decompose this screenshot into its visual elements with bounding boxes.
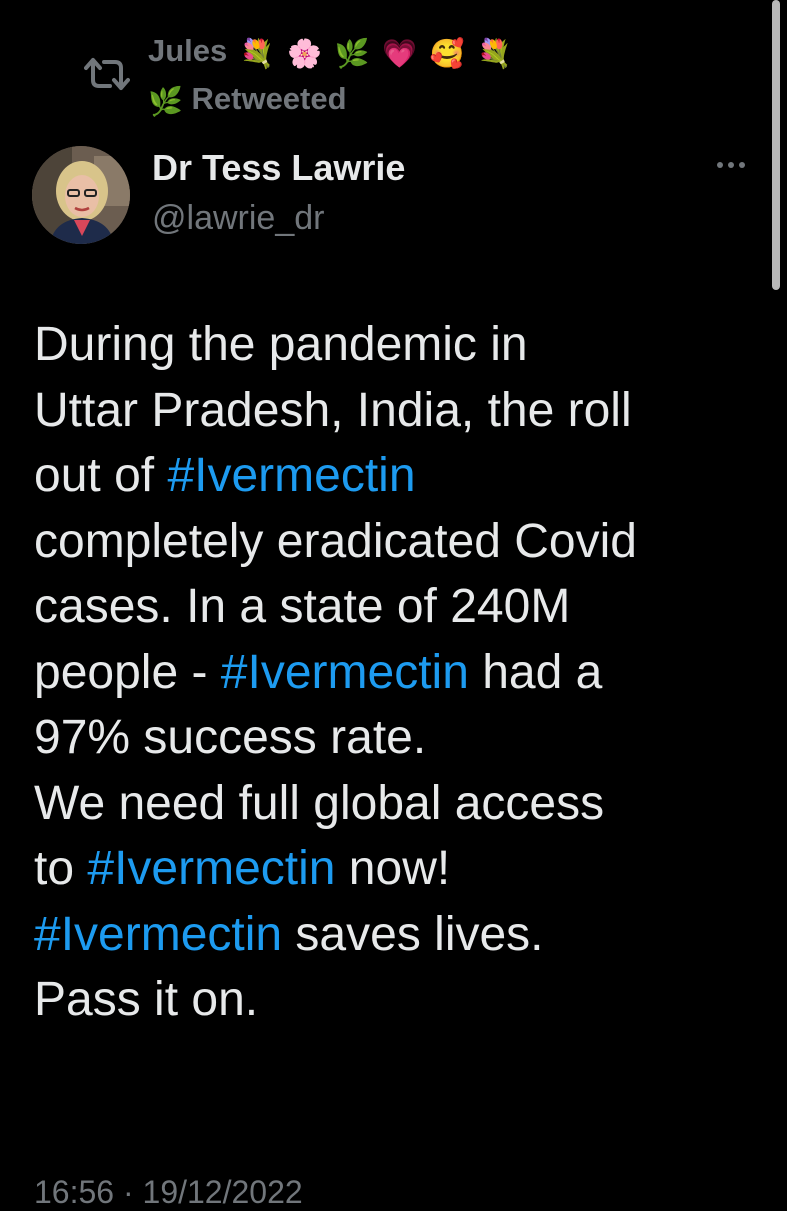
author-name[interactable]: Dr Tess Lawrie <box>152 146 405 190</box>
author-handle[interactable]: @lawrie_dr <box>152 196 405 240</box>
tweet-text-segment: now! <box>348 842 451 895</box>
retweeter-line[interactable]: Jules 💐 🌸 🌿 💗 🥰 💐 <box>148 28 512 77</box>
retweet-context: Jules 💐 🌸 🌿 💗 🥰 💐 🌿 Retweeted <box>84 28 684 124</box>
hashtag-link[interactable]: #Ivermectin <box>167 449 415 502</box>
smiling-hearts-emoji: 🥰 <box>429 38 465 69</box>
herb-emoji: 🌿 <box>148 86 183 117</box>
retweeter-name[interactable]: Jules <box>148 33 227 68</box>
hashtag-link[interactable]: #Ivermectin <box>34 908 282 961</box>
avatar[interactable] <box>32 146 130 244</box>
growing-heart-emoji: 💗 <box>382 38 418 69</box>
retweeted-label-line: 🌿 Retweeted <box>148 76 347 125</box>
hashtag-link[interactable]: #Ivermectin <box>87 842 335 895</box>
tweet-author[interactable]: Dr Tess Lawrie @lawrie_dr <box>152 146 405 240</box>
bouquet-emoji: 💐 <box>239 38 275 69</box>
herb-emoji: 🌿 <box>334 38 370 69</box>
scrollbar[interactable] <box>772 0 780 290</box>
tweet-timestamp[interactable]: 16:56 · 19/12/2022 <box>34 1174 303 1211</box>
more-horizontal-icon[interactable] <box>706 150 756 180</box>
tweet-text: During the pandemic in Uttar Pradesh, In… <box>34 312 764 1033</box>
hashtag-link[interactable]: #Ivermectin <box>221 646 469 699</box>
blossom-emoji: 🌸 <box>287 38 323 69</box>
retweeted-label: Retweeted <box>191 81 347 116</box>
retweet-icon <box>84 56 130 92</box>
bouquet-emoji: 💐 <box>477 38 513 69</box>
